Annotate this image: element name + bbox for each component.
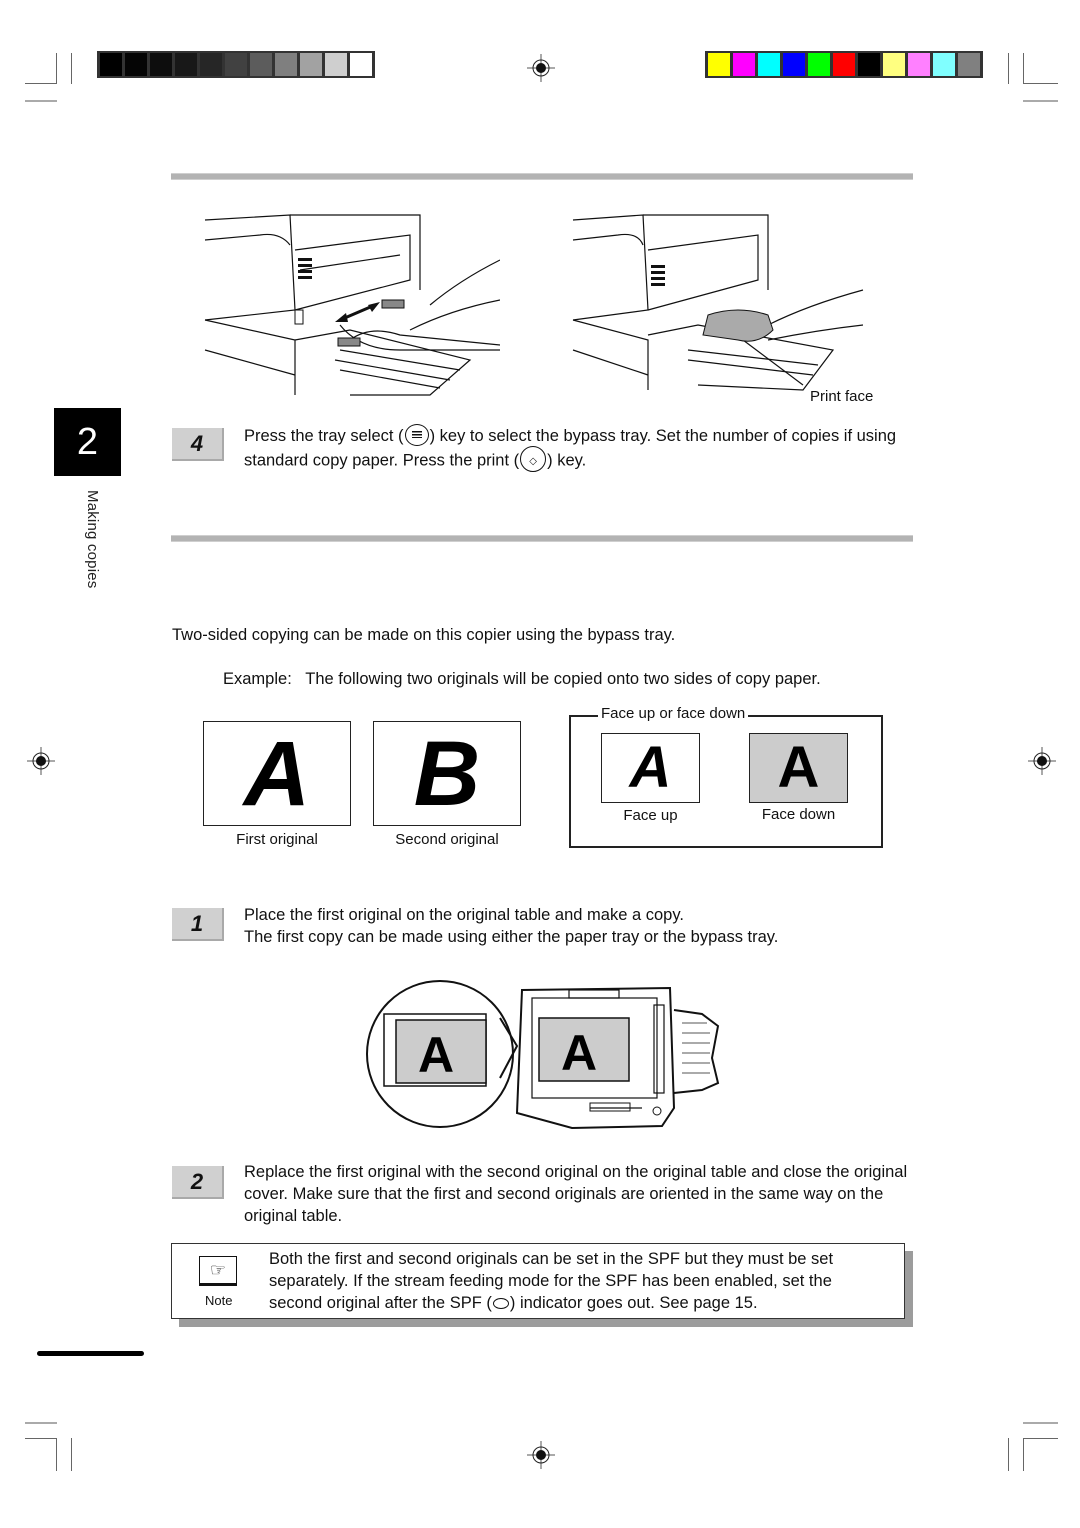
step-4-instruction: Press the tray select () key to select t… (244, 423, 916, 474)
spf-indicator-icon (492, 1298, 509, 1310)
first-original-letter: A (243, 722, 311, 825)
table-original-letter: A (561, 1025, 598, 1081)
zoomed-original-letter: A (418, 1027, 455, 1083)
chapter-number-tab: 2 (54, 408, 121, 476)
two-sided-intro: Two-sided copying can be made on this co… (172, 626, 676, 644)
step-1-line-2: The first copy can be made using either … (244, 928, 779, 946)
pointing-hand-note-icon: ☞ (199, 1256, 237, 1286)
step-4-text-part1: Press the tray select ( (244, 427, 404, 445)
color-swatch (733, 53, 755, 76)
color-swatch (883, 53, 905, 76)
first-original-box: A (203, 721, 351, 826)
face-down-caption: Face down (761, 806, 836, 823)
grayscale-swatch (100, 53, 122, 76)
face-up-letter: A (629, 735, 672, 800)
section-divider-middle (171, 535, 913, 542)
step-1-instruction: Place the first original on the original… (244, 904, 916, 948)
note-text: Both the first and second originals can … (269, 1248, 889, 1314)
registration-mark-top (527, 54, 555, 82)
note-label: Note (205, 1293, 233, 1308)
second-original-box: B (373, 721, 521, 826)
print-face-label: Print face (810, 388, 874, 405)
color-swatch (708, 53, 730, 76)
face-up-box: A (601, 733, 700, 803)
original-table-illustration (366, 980, 720, 1130)
grayscale-swatch (325, 53, 347, 76)
registration-mark-right (1028, 747, 1056, 775)
step-2-instruction: Replace the first original with the seco… (244, 1163, 908, 1225)
color-swatch (958, 53, 980, 76)
first-original-caption: First original (236, 831, 318, 848)
grayscale-swatch (300, 53, 322, 76)
grayscale-swatch (350, 53, 372, 76)
note-text-part2: ) indicator goes out. See page 15. (509, 1294, 758, 1312)
second-original-caption: Second original (395, 831, 499, 848)
grayscale-swatch (200, 53, 222, 76)
tray-select-key-icon (404, 423, 429, 446)
face-frame-title: Face up or face down (598, 705, 749, 722)
color-swatch (808, 53, 830, 76)
face-up-caption: Face up (623, 807, 678, 824)
chapter-title: Making copies (84, 490, 101, 589)
grayscale-swatch (175, 53, 197, 76)
grayscale-swatch (250, 53, 272, 76)
step-number-2: 2 (172, 1166, 224, 1199)
section-divider-top (171, 173, 913, 180)
face-down-letter: A (777, 735, 820, 800)
grayscale-swatch (225, 53, 247, 76)
step-number-4: 4 (172, 428, 224, 461)
page-footer-bar (37, 1351, 144, 1356)
grayscale-bar (97, 51, 375, 78)
color-swatch (858, 53, 880, 76)
step-4-text-part3: ) key. (547, 451, 587, 469)
grayscale-swatch (125, 53, 147, 76)
bypass-guide-illustration (204, 214, 500, 396)
color-swatch (908, 53, 930, 76)
face-down-box: A (749, 733, 848, 803)
print-key-icon: ◇ (520, 445, 547, 472)
second-original-letter: B (413, 722, 481, 825)
color-bar (705, 51, 983, 78)
color-swatch (933, 53, 955, 76)
example-text: Example: The following two originals wil… (223, 670, 821, 688)
grayscale-swatch (150, 53, 172, 76)
paper-loading-illustration (572, 214, 864, 391)
grayscale-swatch (275, 53, 297, 76)
step-number-1: 1 (172, 908, 224, 941)
registration-mark-bottom (527, 1441, 555, 1469)
color-swatch (758, 53, 780, 76)
step-1-line-1: Place the first original on the original… (244, 906, 684, 924)
color-swatch (783, 53, 805, 76)
registration-mark-left (27, 747, 55, 775)
color-swatch (833, 53, 855, 76)
